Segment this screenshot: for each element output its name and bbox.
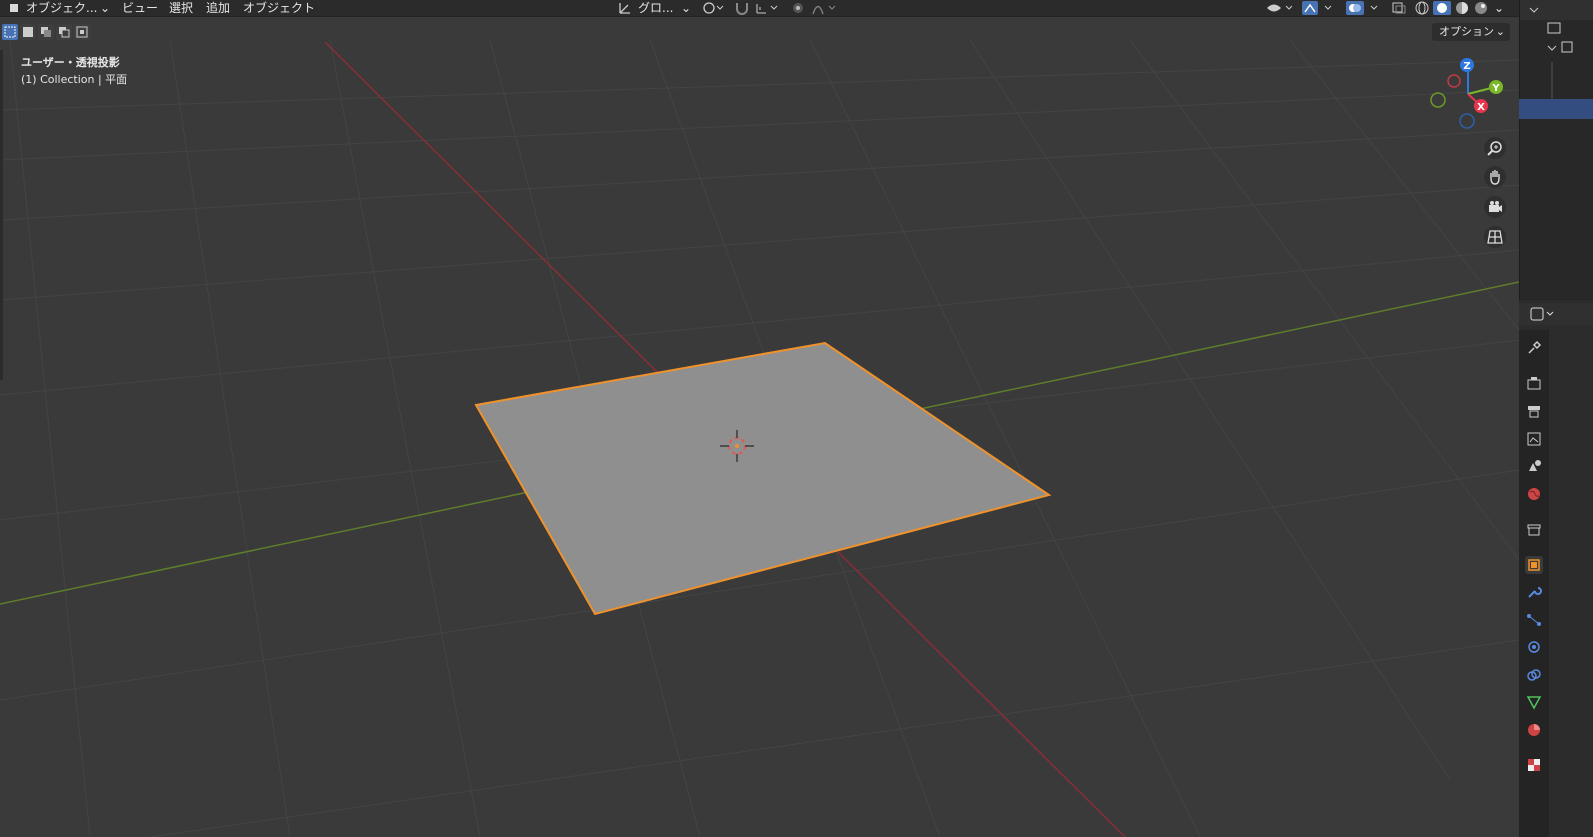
transform-orientation-dropdown[interactable]: グロ... (638, 0, 673, 16)
material-tab-icon[interactable] (1525, 721, 1543, 739)
proportional-editing-icon[interactable] (791, 0, 805, 16)
chevron-down-icon[interactable]: ⌄ (681, 0, 691, 16)
gizmo-toggle-icon[interactable] (1302, 0, 1336, 16)
collection-tab-icon[interactable] (1525, 521, 1543, 539)
chevron-down-icon[interactable]: ⌄ (100, 0, 110, 16)
rendered-shading-icon[interactable] (1473, 0, 1489, 16)
transform-orientation-icon[interactable] (618, 0, 632, 16)
menu-add[interactable]: 追加 (206, 0, 230, 16)
material-preview-icon[interactable] (1454, 0, 1470, 16)
navigation-gizmo[interactable]: Z Y X (1426, 54, 1508, 134)
menu-select[interactable]: 選択 (169, 0, 193, 16)
mesh-data-tab-icon[interactable] (1525, 693, 1543, 711)
texture-tab-icon[interactable] (1525, 756, 1543, 774)
view-name: ユーザー・透視投影 (21, 56, 120, 69)
object-tab-icon[interactable] (1525, 556, 1543, 574)
constraints-tab-icon[interactable] (1525, 666, 1543, 684)
select-extend-button[interactable] (38, 24, 54, 40)
visibility-eye-icon[interactable] (1266, 0, 1296, 16)
select-subtract-button[interactable] (56, 24, 72, 40)
world-tab-icon[interactable] (1525, 485, 1543, 503)
select-intersect-button[interactable] (74, 24, 90, 40)
pan-hand-icon[interactable] (1483, 165, 1507, 189)
outliner-selected-row[interactable] (1519, 99, 1593, 119)
tool-tab-icon[interactable] (1525, 339, 1543, 357)
select-box-button[interactable] (2, 24, 18, 40)
select-new-button[interactable] (20, 24, 36, 40)
physics-tab-icon[interactable] (1525, 638, 1543, 656)
toolbar-edge[interactable] (0, 50, 3, 380)
pivot-point-icon[interactable] (702, 0, 724, 16)
mode-icon[interactable] (8, 0, 20, 16)
options-dropdown[interactable]: オプション ⌄ (1432, 23, 1510, 41)
perspective-grid-icon[interactable] (1483, 225, 1507, 249)
xray-toggle-icon[interactable] (1391, 0, 1407, 16)
render-tab-icon[interactable] (1525, 374, 1543, 392)
particles-tab-icon[interactable] (1525, 611, 1543, 629)
menu-object[interactable]: オブジェクト (243, 0, 315, 16)
output-tab-icon[interactable] (1525, 402, 1543, 420)
overlays-icon[interactable] (1346, 0, 1382, 16)
snap-target-icon[interactable] (755, 0, 779, 16)
scene-tab-icon[interactable] (1525, 457, 1543, 475)
gizmo-x-label[interactable]: X (1477, 102, 1485, 113)
modifier-wrench-icon[interactable] (1525, 583, 1543, 601)
viewport-header: オブジェク... ⌄ ビュー 選択 追加 オブジェクト グロ... ⌄ ⌄ (0, 0, 1520, 17)
zoom-icon[interactable] (1483, 136, 1507, 160)
gizmo-z-label[interactable]: Z (1463, 61, 1470, 72)
active-collection-label: (1) Collection | 平面 (21, 73, 128, 86)
chevron-down-icon[interactable]: ⌄ (1494, 0, 1504, 16)
solid-shading-icon[interactable] (1433, 0, 1451, 16)
menu-view[interactable]: ビュー (122, 0, 158, 16)
chevron-down-icon: ⌄ (1495, 25, 1505, 38)
falloff-curve-icon[interactable] (812, 0, 838, 16)
gizmo-y-label[interactable]: Y (1491, 83, 1500, 94)
properties-editor-type-icon[interactable] (1519, 303, 1593, 325)
view-layer-tab-icon[interactable] (1525, 430, 1543, 448)
3d-viewport[interactable] (0, 0, 1519, 837)
snap-magnet-icon[interactable] (734, 0, 750, 16)
camera-view-icon[interactable] (1483, 195, 1507, 219)
wireframe-shading-icon[interactable] (1414, 0, 1430, 16)
outliner-panel[interactable] (1519, 0, 1593, 300)
mode-dropdown[interactable]: オブジェク... (26, 0, 97, 16)
options-label: オプション (1439, 25, 1494, 38)
